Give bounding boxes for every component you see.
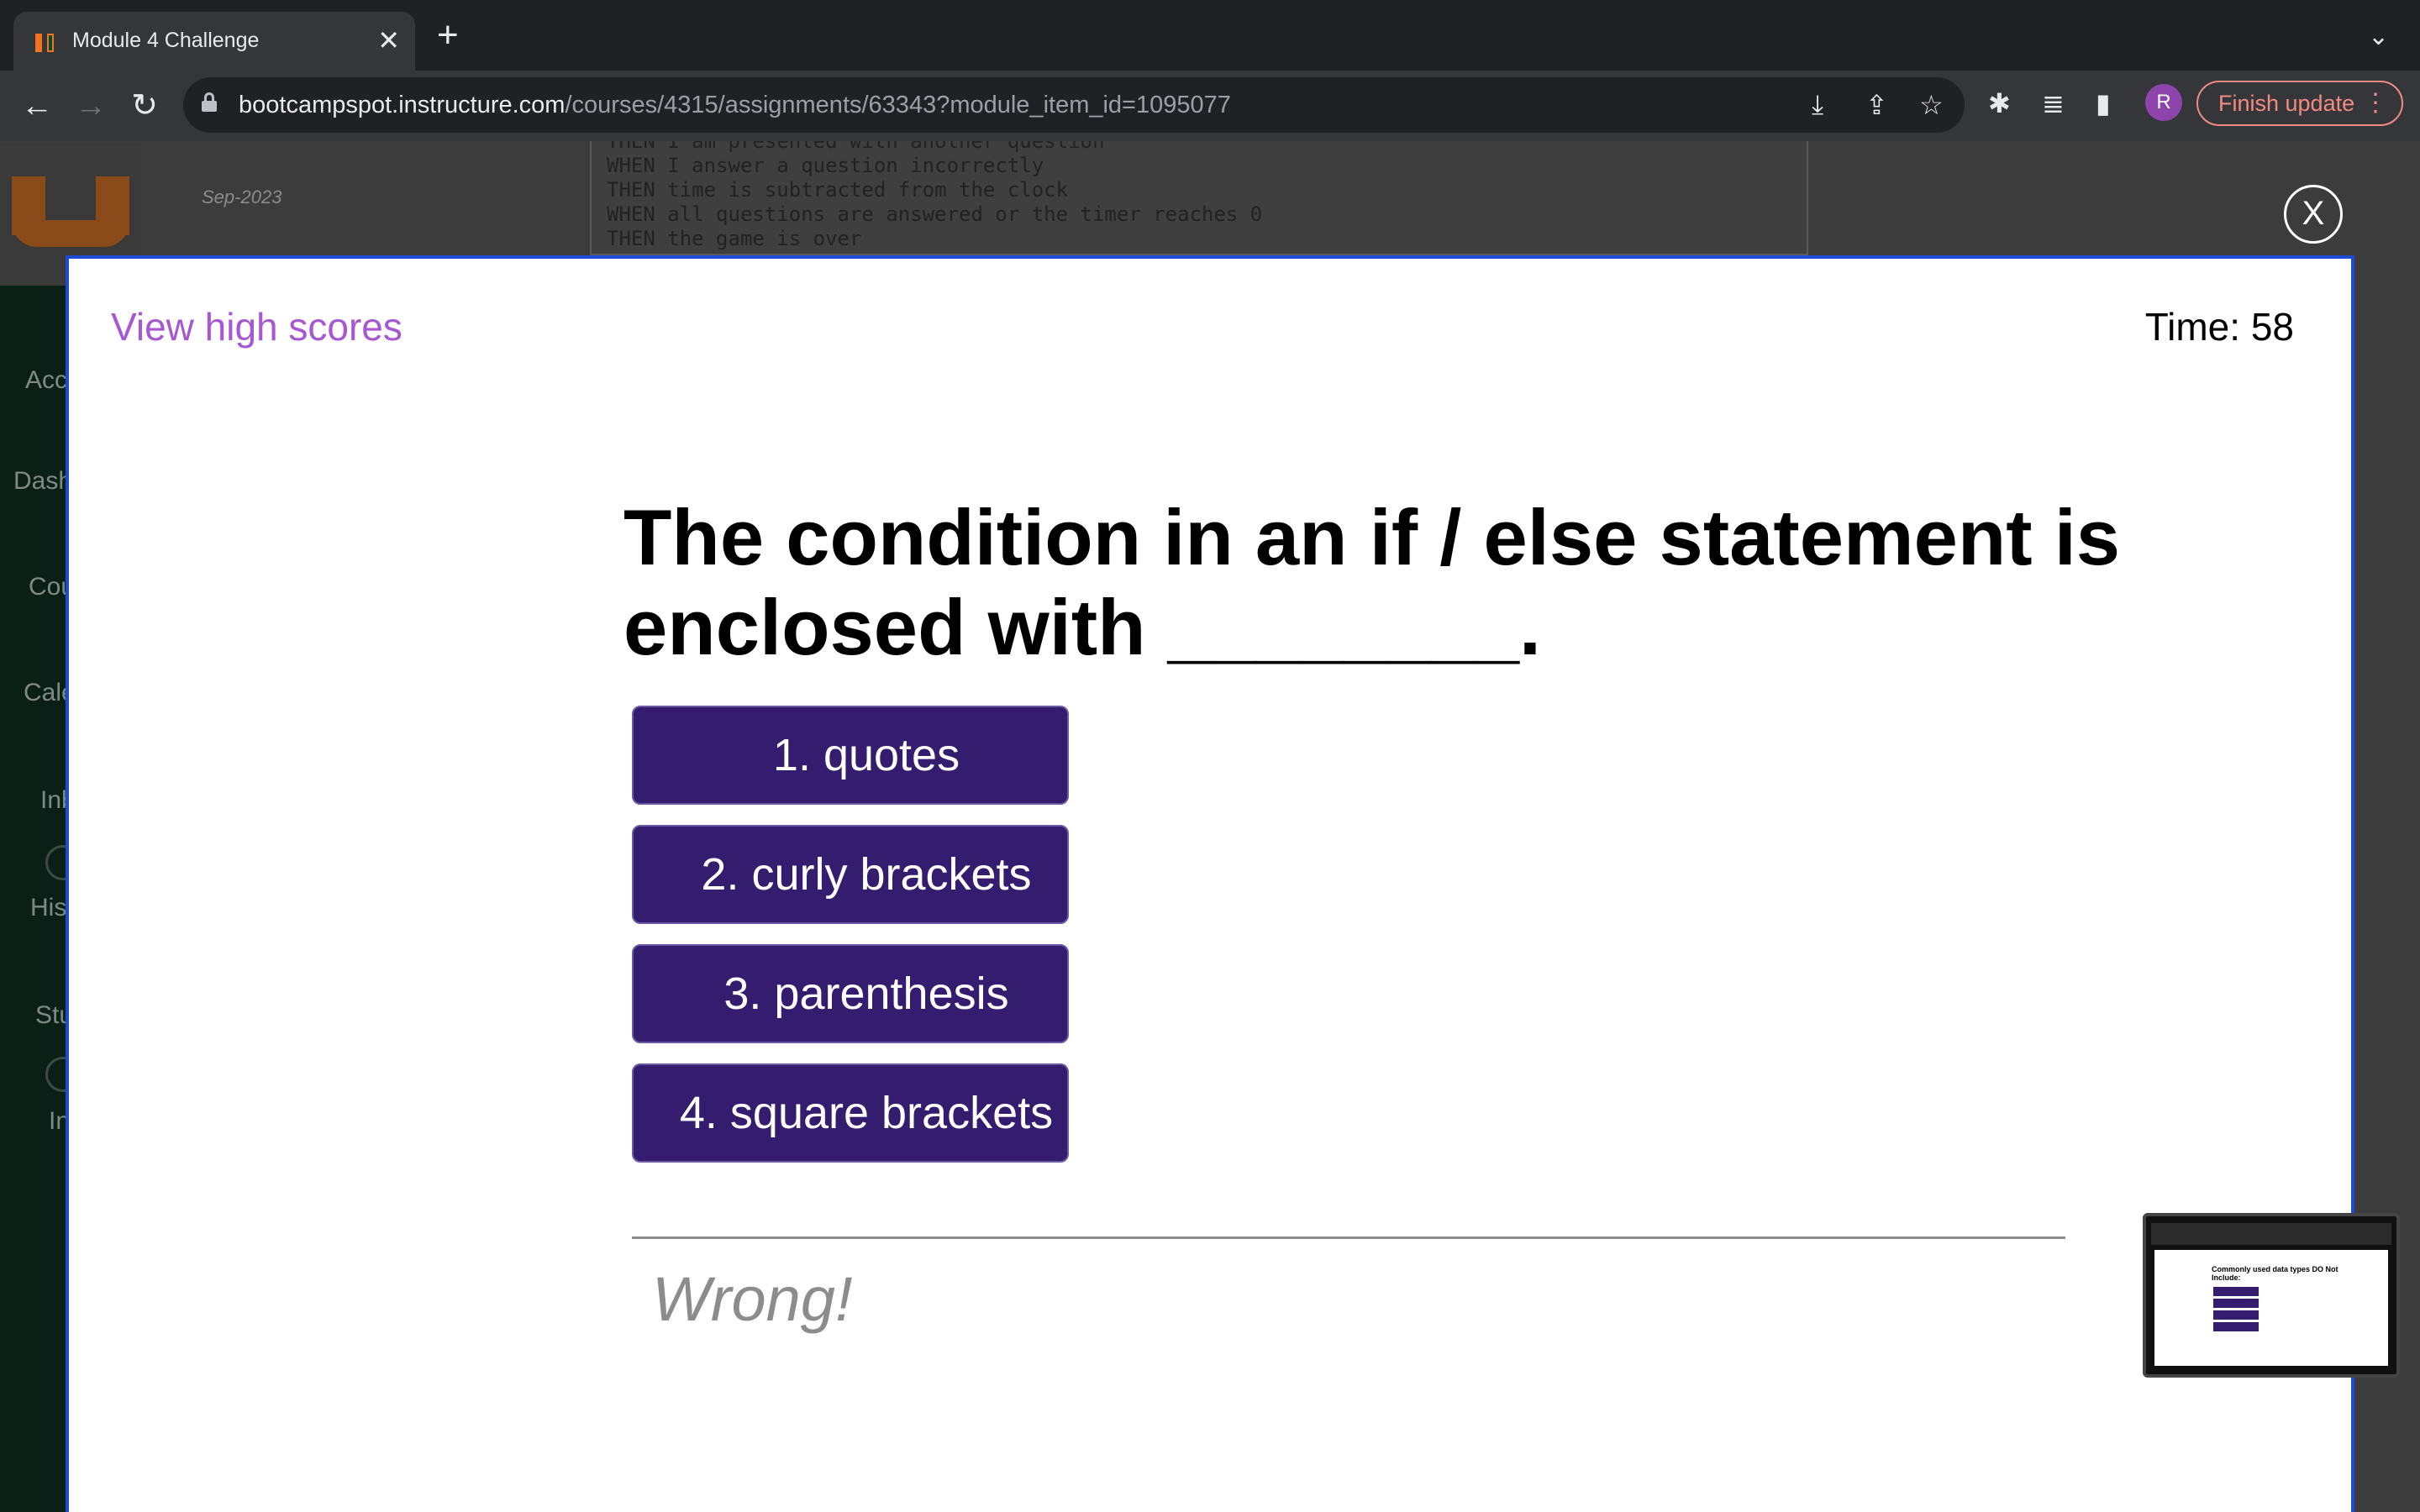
new-tab-button[interactable]: + <box>437 17 459 54</box>
pip-answer-button <box>2213 1310 2259 1320</box>
media-control-icon[interactable]: ≣ <box>2042 87 2065 119</box>
browser-tab[interactable]: Module 4 Challenge ✕ <box>13 12 415 71</box>
pip-answer-button <box>2213 1322 2259 1331</box>
tab-close-icon[interactable]: ✕ <box>377 24 400 57</box>
nav-label-dashboard[interactable]: Dash <box>13 467 72 496</box>
finish-update-button[interactable]: Finish update ⋮ <box>2196 81 2403 126</box>
code-line: WHEN I answer a question incorrectly <box>607 154 1044 177</box>
install-app-icon[interactable]: ⤓ <box>1812 89 1823 121</box>
pip-answer-button <box>2213 1287 2259 1296</box>
extensions-puzzle-icon[interactable]: ✱ <box>1988 87 2011 119</box>
back-arrow-icon[interactable]: ← <box>17 86 57 126</box>
answer-button-1[interactable]: 1. quotes <box>632 706 1069 805</box>
bookmark-star-icon[interactable]: ☆ <box>1919 89 1944 121</box>
more-menu-icon[interactable]: ⋮ <box>2363 82 2388 124</box>
tab-bar: Module 4 Challenge ✕ + ⌄ <box>0 0 2420 71</box>
pip-answer-button <box>2213 1299 2259 1308</box>
site-favicon-icon <box>34 30 59 54</box>
question-text: The condition in an if / else statement … <box>623 493 2121 671</box>
quiz-modal: View high scores Time: 58 The condition … <box>66 255 2354 1512</box>
finish-update-label: Finish update <box>2218 91 2355 116</box>
pip-page: Commonly used data types DO Not Include: <box>2154 1250 2388 1366</box>
reload-icon[interactable]: ↻ <box>124 86 165 126</box>
tab-search-chevron-icon[interactable]: ⌄ <box>2368 22 2389 51</box>
code-line: WHEN all questions are answered or the t… <box>607 202 1263 226</box>
address-bar[interactable]: bootcampspot.instructure.com/courses/431… <box>183 77 1965 133</box>
view-high-scores-link[interactable]: View high scores <box>111 304 402 349</box>
url-text: bootcampspot.instructure.com/courses/431… <box>239 92 1231 119</box>
code-block: THEN I am presented with another questio… <box>590 141 1808 255</box>
nav-label-history[interactable]: His <box>30 894 66 922</box>
side-panel-icon[interactable]: ▮ <box>2096 87 2111 119</box>
timer: Time: 58 <box>2144 305 2294 349</box>
profile-avatar[interactable]: R <box>2145 84 2182 121</box>
url-domain: bootcampspot.instructure.com <box>239 92 566 118</box>
pip-browser-bar <box>2151 1223 2391 1245</box>
close-modal-button[interactable]: X <box>2284 185 2343 244</box>
answer-button-2[interactable]: 2. curly brackets <box>632 825 1069 924</box>
code-line: THEN the game is over <box>607 227 862 250</box>
nav-label-account[interactable]: Acc <box>25 366 67 395</box>
answer-button-4[interactable]: 4. square brackets <box>632 1063 1069 1163</box>
pip-question-text: Commonly used data types DO Not Include: <box>2212 1265 2338 1282</box>
answer-feedback: Wrong! <box>652 1264 853 1334</box>
answer-list: 1. quotes 2. curly brackets 3. parenthes… <box>632 706 1069 1183</box>
forward-arrow-icon[interactable]: → <box>71 86 111 126</box>
date-label: Sep-2023 <box>202 186 282 207</box>
code-line: THEN I am presented with another questio… <box>607 141 1105 153</box>
code-line: THEN time is subtracted from the clock <box>607 178 1069 202</box>
answer-button-3[interactable]: 3. parenthesis <box>632 944 1069 1043</box>
picture-in-picture-preview[interactable]: Commonly used data types DO Not Include: <box>2143 1213 2400 1378</box>
university-logo <box>12 176 129 247</box>
share-icon[interactable]: ⇪ <box>1865 89 1888 121</box>
tab-title: Module 4 Challenge <box>72 29 260 52</box>
feedback-divider <box>632 1236 2065 1239</box>
url-path: /courses/4315/assignments/63343?module_i… <box>565 92 1231 118</box>
lock-icon <box>202 92 217 112</box>
